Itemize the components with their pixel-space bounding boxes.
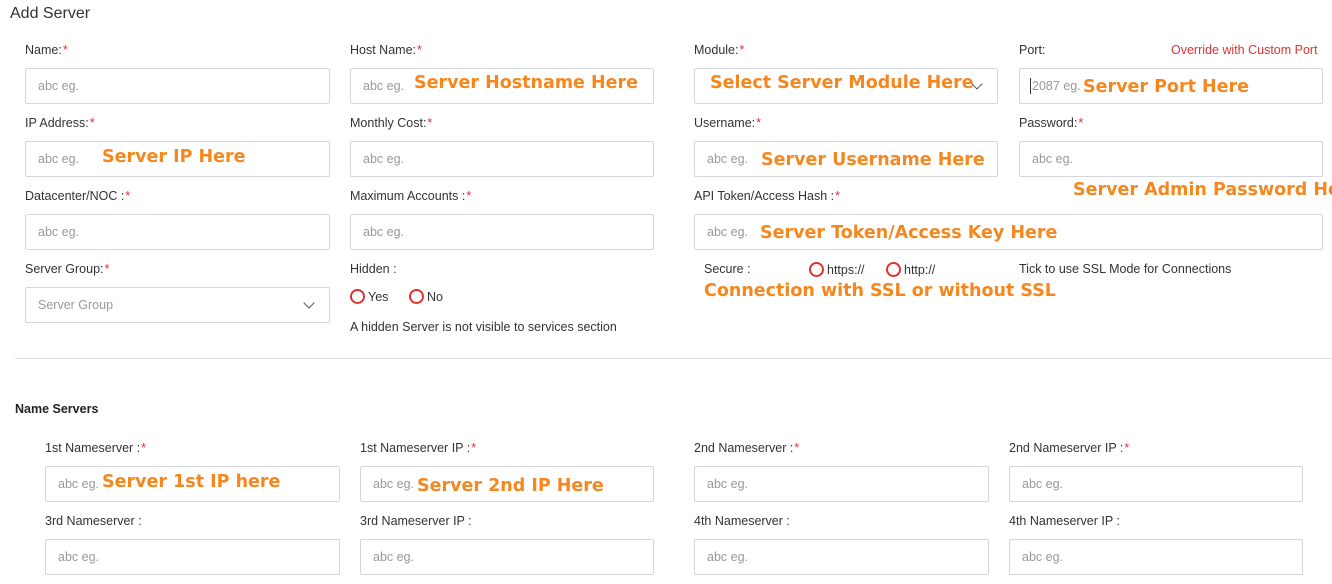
host-name-label: Host Name:* — [350, 43, 422, 57]
radio-circle-icon — [350, 289, 365, 304]
ns4-ip-input[interactable]: abc eg. — [1009, 539, 1303, 575]
secure-annotation: Connection with SSL or without SSL — [704, 281, 1056, 301]
chevron-down-icon — [303, 297, 315, 309]
secure-http-radio[interactable]: http:// — [886, 262, 935, 277]
ip-address-annotation: Server IP Here — [102, 147, 246, 167]
datacenter-input[interactable]: abc eg. — [25, 214, 330, 250]
server-group-select[interactable]: Server Group — [25, 287, 330, 323]
radio-circle-icon — [886, 262, 901, 277]
max-accounts-input[interactable]: abc eg. — [350, 214, 654, 250]
ns1-ip-label: 1st Nameserver IP :* — [360, 441, 477, 455]
ns3-input[interactable]: abc eg. — [45, 539, 340, 575]
ns2-input[interactable]: abc eg. — [694, 466, 989, 502]
ns4-input[interactable]: abc eg. — [694, 539, 989, 575]
secure-hint: Tick to use SSL Mode for Connections — [1019, 262, 1232, 276]
server-group-label: Server Group:* — [25, 262, 110, 276]
host-name-annotation: Server Hostname Here — [414, 73, 639, 93]
api-token-annotation: Server Token/Access Key Here — [760, 223, 1058, 243]
ns4-label: 4th Nameserver : — [694, 514, 790, 528]
monthly-cost-input[interactable]: abc eg. — [350, 141, 654, 177]
password-label: Password:* — [1019, 116, 1084, 130]
ns1-label: 1st Nameserver :* — [45, 441, 147, 455]
section-divider — [15, 358, 1332, 359]
ns1-annotation: Server 1st IP here — [102, 472, 281, 492]
ns1-ip-annotation: Server 2nd IP Here — [417, 476, 604, 496]
name-input[interactable]: abc eg. — [25, 68, 330, 104]
ns3-label: 3rd Nameserver : — [45, 514, 142, 528]
password-annotation: Server Admin Password Here — [1073, 180, 1332, 200]
ns2-label: 2nd Nameserver :* — [694, 441, 800, 455]
ns2-ip-label: 2nd Nameserver IP :* — [1009, 441, 1130, 455]
max-accounts-label: Maximum Accounts :* — [350, 189, 472, 203]
monthly-cost-label: Monthly Cost:* — [350, 116, 433, 130]
page-title: Add Server — [10, 5, 91, 22]
secure-label: Secure : — [704, 262, 751, 276]
hidden-yes-radio[interactable]: Yes — [350, 289, 388, 304]
api-token-label: API Token/Access Hash :* — [694, 189, 840, 203]
hidden-hint: A hidden Server is not visible to servic… — [350, 320, 617, 334]
ns3-ip-input[interactable]: abc eg. — [360, 539, 654, 575]
ns3-ip-label: 3rd Nameserver IP : — [360, 514, 472, 528]
module-label: Module:* — [694, 43, 745, 57]
ns2-ip-input[interactable]: abc eg. — [1009, 466, 1303, 502]
username-annotation: Server Username Here — [761, 150, 985, 170]
datacenter-label: Datacenter/NOC :* — [25, 189, 131, 203]
secure-https-radio[interactable]: https:// — [809, 262, 865, 277]
ip-address-label: IP Address:* — [25, 116, 95, 130]
name-servers-title: Name Servers — [15, 402, 99, 416]
password-input[interactable]: abc eg. — [1019, 141, 1323, 177]
hidden-no-radio[interactable]: No — [409, 289, 443, 304]
module-annotation: Select Server Module Here — [710, 73, 974, 93]
port-annotation: Server Port Here — [1083, 77, 1250, 97]
ns4-ip-label: 4th Nameserver IP : — [1009, 514, 1120, 528]
hidden-label: Hidden : — [350, 262, 397, 276]
username-label: Username:* — [694, 116, 762, 130]
port-label: Port: — [1019, 43, 1046, 57]
radio-circle-icon — [409, 289, 424, 304]
name-label: Name:* — [25, 43, 68, 57]
radio-circle-icon — [809, 262, 824, 277]
override-port-link[interactable]: Override with Custom Port — [1171, 43, 1318, 57]
